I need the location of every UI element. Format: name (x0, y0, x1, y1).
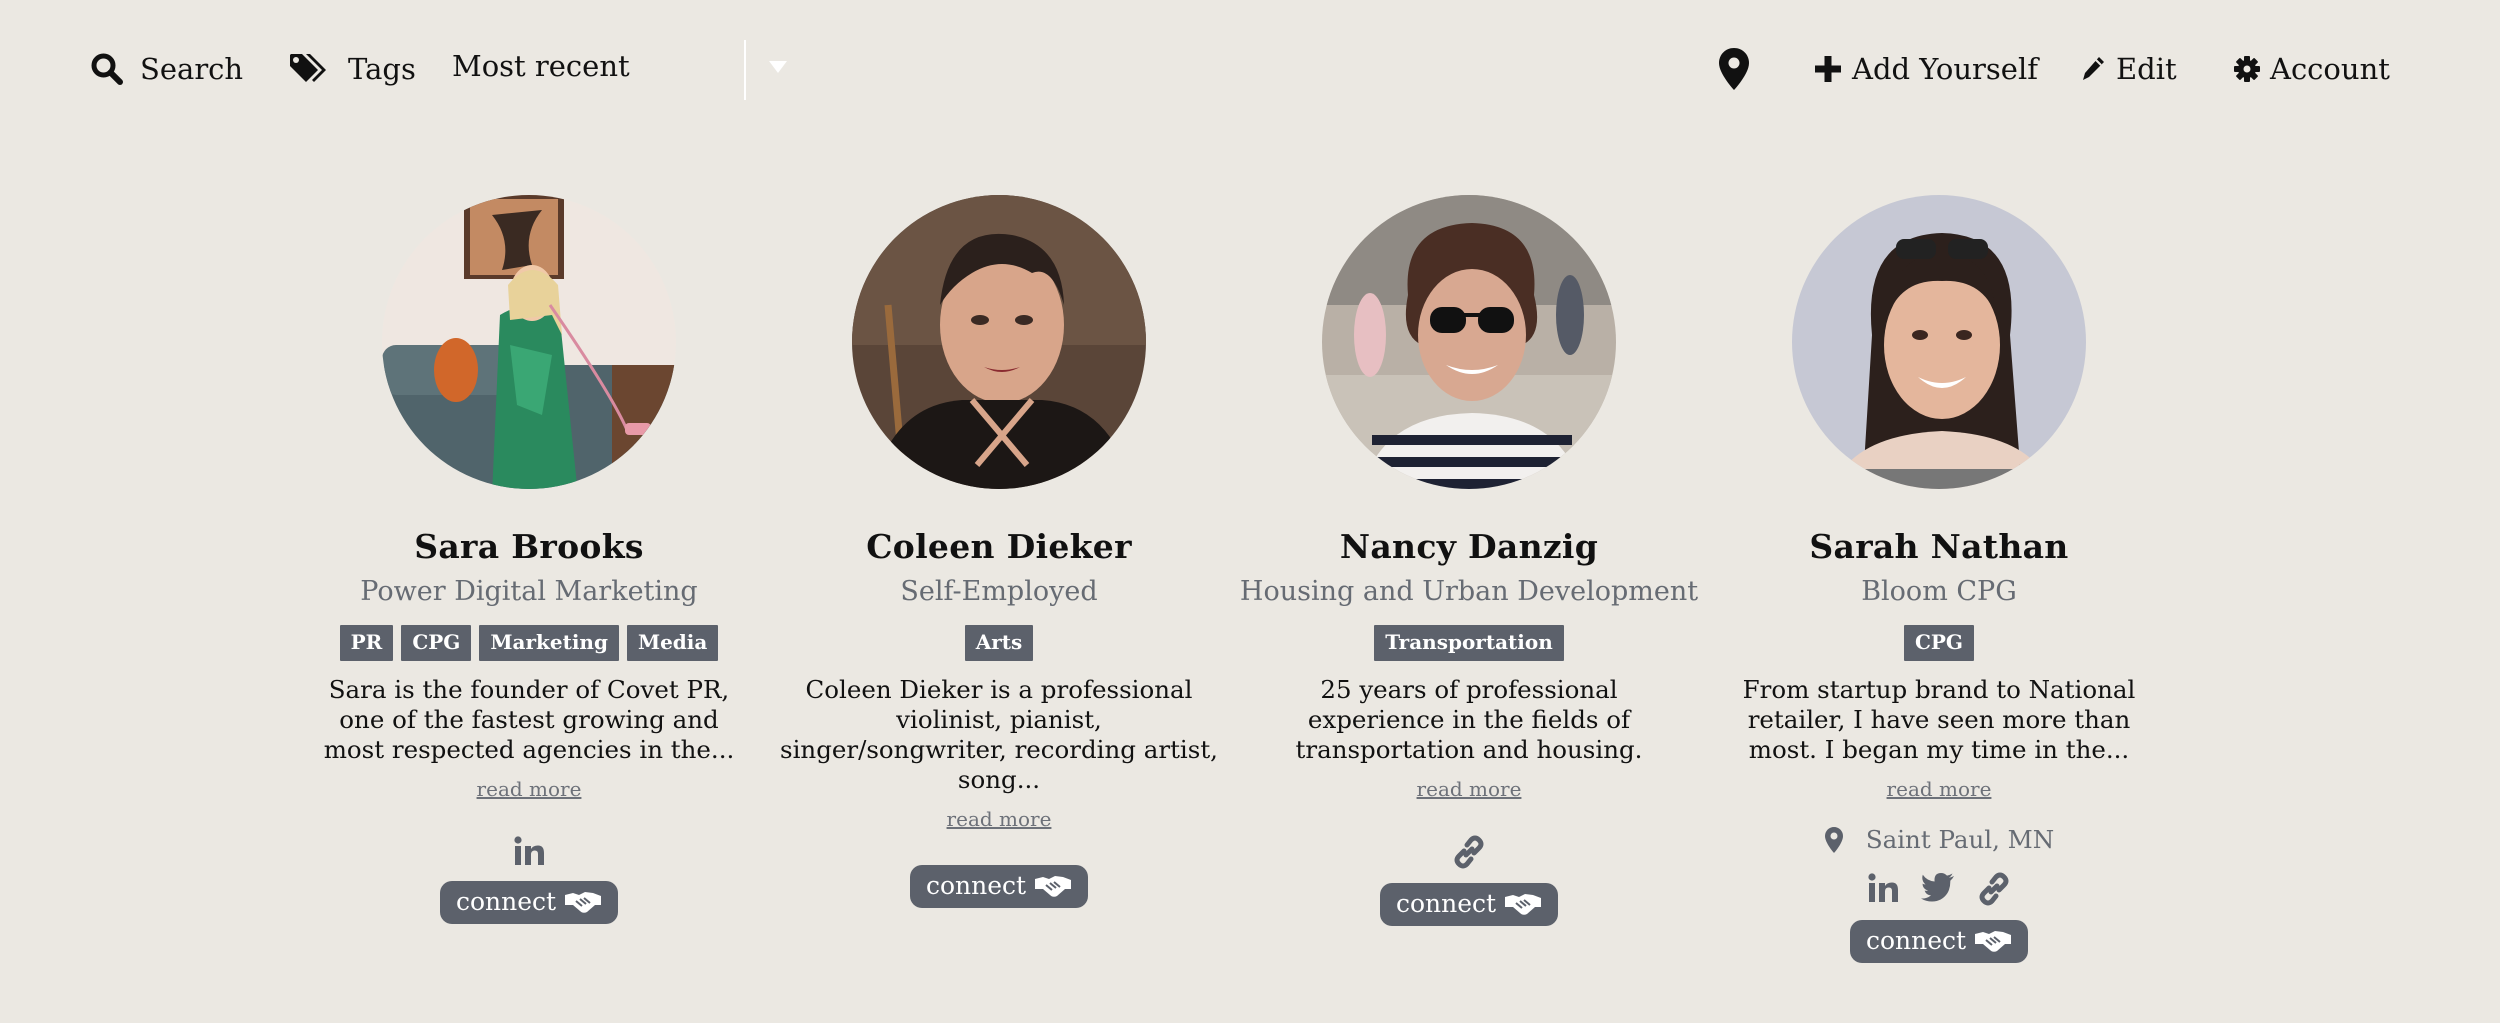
profile-bio: 25 years of professional experience in t… (1295, 675, 1643, 764)
pencil-icon (2083, 57, 2104, 80)
link-icon[interactable] (1452, 835, 1486, 869)
profile-bio: Coleen Dieker is a professional violinis… (780, 675, 1218, 794)
tag-list: Transportation (1374, 625, 1564, 661)
handshake-icon (1505, 893, 1542, 915)
twitter-icon[interactable] (1921, 872, 1955, 902)
linkedin-icon[interactable] (513, 835, 545, 867)
link-icon[interactable] (1977, 872, 2011, 906)
sort-selected-value: Most recent (452, 49, 630, 83)
tag-badge[interactable]: Marketing (479, 625, 619, 661)
connect-button[interactable]: connect (1379, 883, 1559, 926)
profile-name: Sara Brooks (414, 527, 644, 566)
profile-card: Nancy Danzig Housing and Urban Developme… (1234, 195, 1704, 926)
profile-bio: From startup brand to National retailer,… (1742, 675, 2136, 764)
avatar[interactable] (1322, 195, 1616, 489)
add-yourself-button[interactable]: Add Yourself (1814, 44, 2038, 94)
social-links (513, 835, 545, 867)
top-navigation: Search Tags Most recent Add Yourself Edi… (0, 0, 2500, 140)
read-more-link[interactable]: read more (477, 777, 582, 801)
profile-name: Coleen Dieker (866, 527, 1132, 566)
tag-list: Arts (964, 625, 1034, 661)
tag-list: CPG (1903, 625, 1975, 661)
tag-list: PR CPG Marketing Media (339, 625, 719, 661)
profile-company: Housing and Urban Development (1239, 576, 1699, 607)
map-marker-icon (1719, 48, 1749, 90)
connect-button[interactable]: connect (909, 865, 1089, 908)
handshake-icon (1975, 930, 2012, 952)
profile-card: Sara Brooks Power Digital Marketing PR C… (294, 195, 764, 924)
account-label: Account (2270, 52, 2390, 86)
map-marker-icon (1824, 826, 1843, 853)
avatar[interactable] (1792, 195, 2086, 489)
avatar[interactable] (852, 195, 1146, 489)
tags-icon (290, 54, 326, 82)
edit-label: Edit (2116, 52, 2177, 86)
connect-button[interactable]: connect (439, 881, 619, 924)
tag-badge[interactable]: PR (339, 625, 394, 661)
profile-name: Sarah Nathan (1809, 527, 2069, 566)
social-links (1867, 872, 2011, 906)
tag-badge[interactable]: Media (626, 625, 719, 661)
tag-badge[interactable]: Transportation (1374, 625, 1564, 661)
search-nav-label: Search (140, 52, 244, 86)
read-more-link[interactable]: read more (1417, 777, 1522, 801)
gear-icon (2234, 56, 2260, 82)
linkedin-icon[interactable] (1867, 872, 1899, 904)
search-icon (91, 53, 123, 85)
profile-name: Nancy Danzig (1339, 527, 1599, 566)
tags-nav-label: Tags (348, 52, 416, 86)
avatar[interactable] (382, 195, 676, 489)
handshake-icon (1035, 875, 1072, 897)
tag-badge[interactable]: CPG (1903, 625, 1975, 661)
location-nav-button[interactable] (1718, 44, 1750, 94)
sort-select[interactable]: Most recent (452, 40, 792, 100)
tag-badge[interactable]: Arts (964, 625, 1034, 661)
connect-label: connect (1865, 926, 1967, 955)
caret-down-icon[interactable] (768, 60, 788, 74)
profile-company: Bloom CPG (1861, 576, 2017, 607)
profile-company: Power Digital Marketing (360, 576, 698, 607)
edit-button[interactable]: Edit (2080, 44, 2177, 94)
search-nav-button[interactable]: Search (90, 44, 243, 94)
profile-company: Self-Employed (900, 576, 1098, 607)
read-more-link[interactable]: read more (947, 807, 1052, 831)
profile-card: Coleen Dieker Self-Employed Arts Coleen … (764, 195, 1234, 908)
connect-label: connect (455, 887, 557, 916)
profile-location-text: Saint Paul, MN (1865, 825, 2055, 854)
profile-bio: Sara is the founder of Covet PR, one of … (323, 675, 735, 764)
social-links (1452, 835, 1486, 869)
handshake-icon (565, 891, 602, 913)
tag-badge[interactable]: CPG (401, 625, 472, 661)
add-yourself-label: Add Yourself (1852, 52, 2038, 86)
profile-card: Sarah Nathan Bloom CPG CPG From startup … (1704, 195, 2174, 963)
connect-label: connect (925, 871, 1027, 900)
plus-icon (1815, 56, 1841, 82)
connect-label: connect (1395, 889, 1497, 918)
read-more-link[interactable]: read more (1887, 777, 1992, 801)
account-button[interactable]: Account (2234, 44, 2390, 94)
tags-nav-button[interactable]: Tags (288, 44, 416, 94)
sort-divider (744, 40, 746, 100)
connect-button[interactable]: connect (1849, 920, 2029, 963)
profile-location: Saint Paul, MN (1824, 825, 2054, 854)
